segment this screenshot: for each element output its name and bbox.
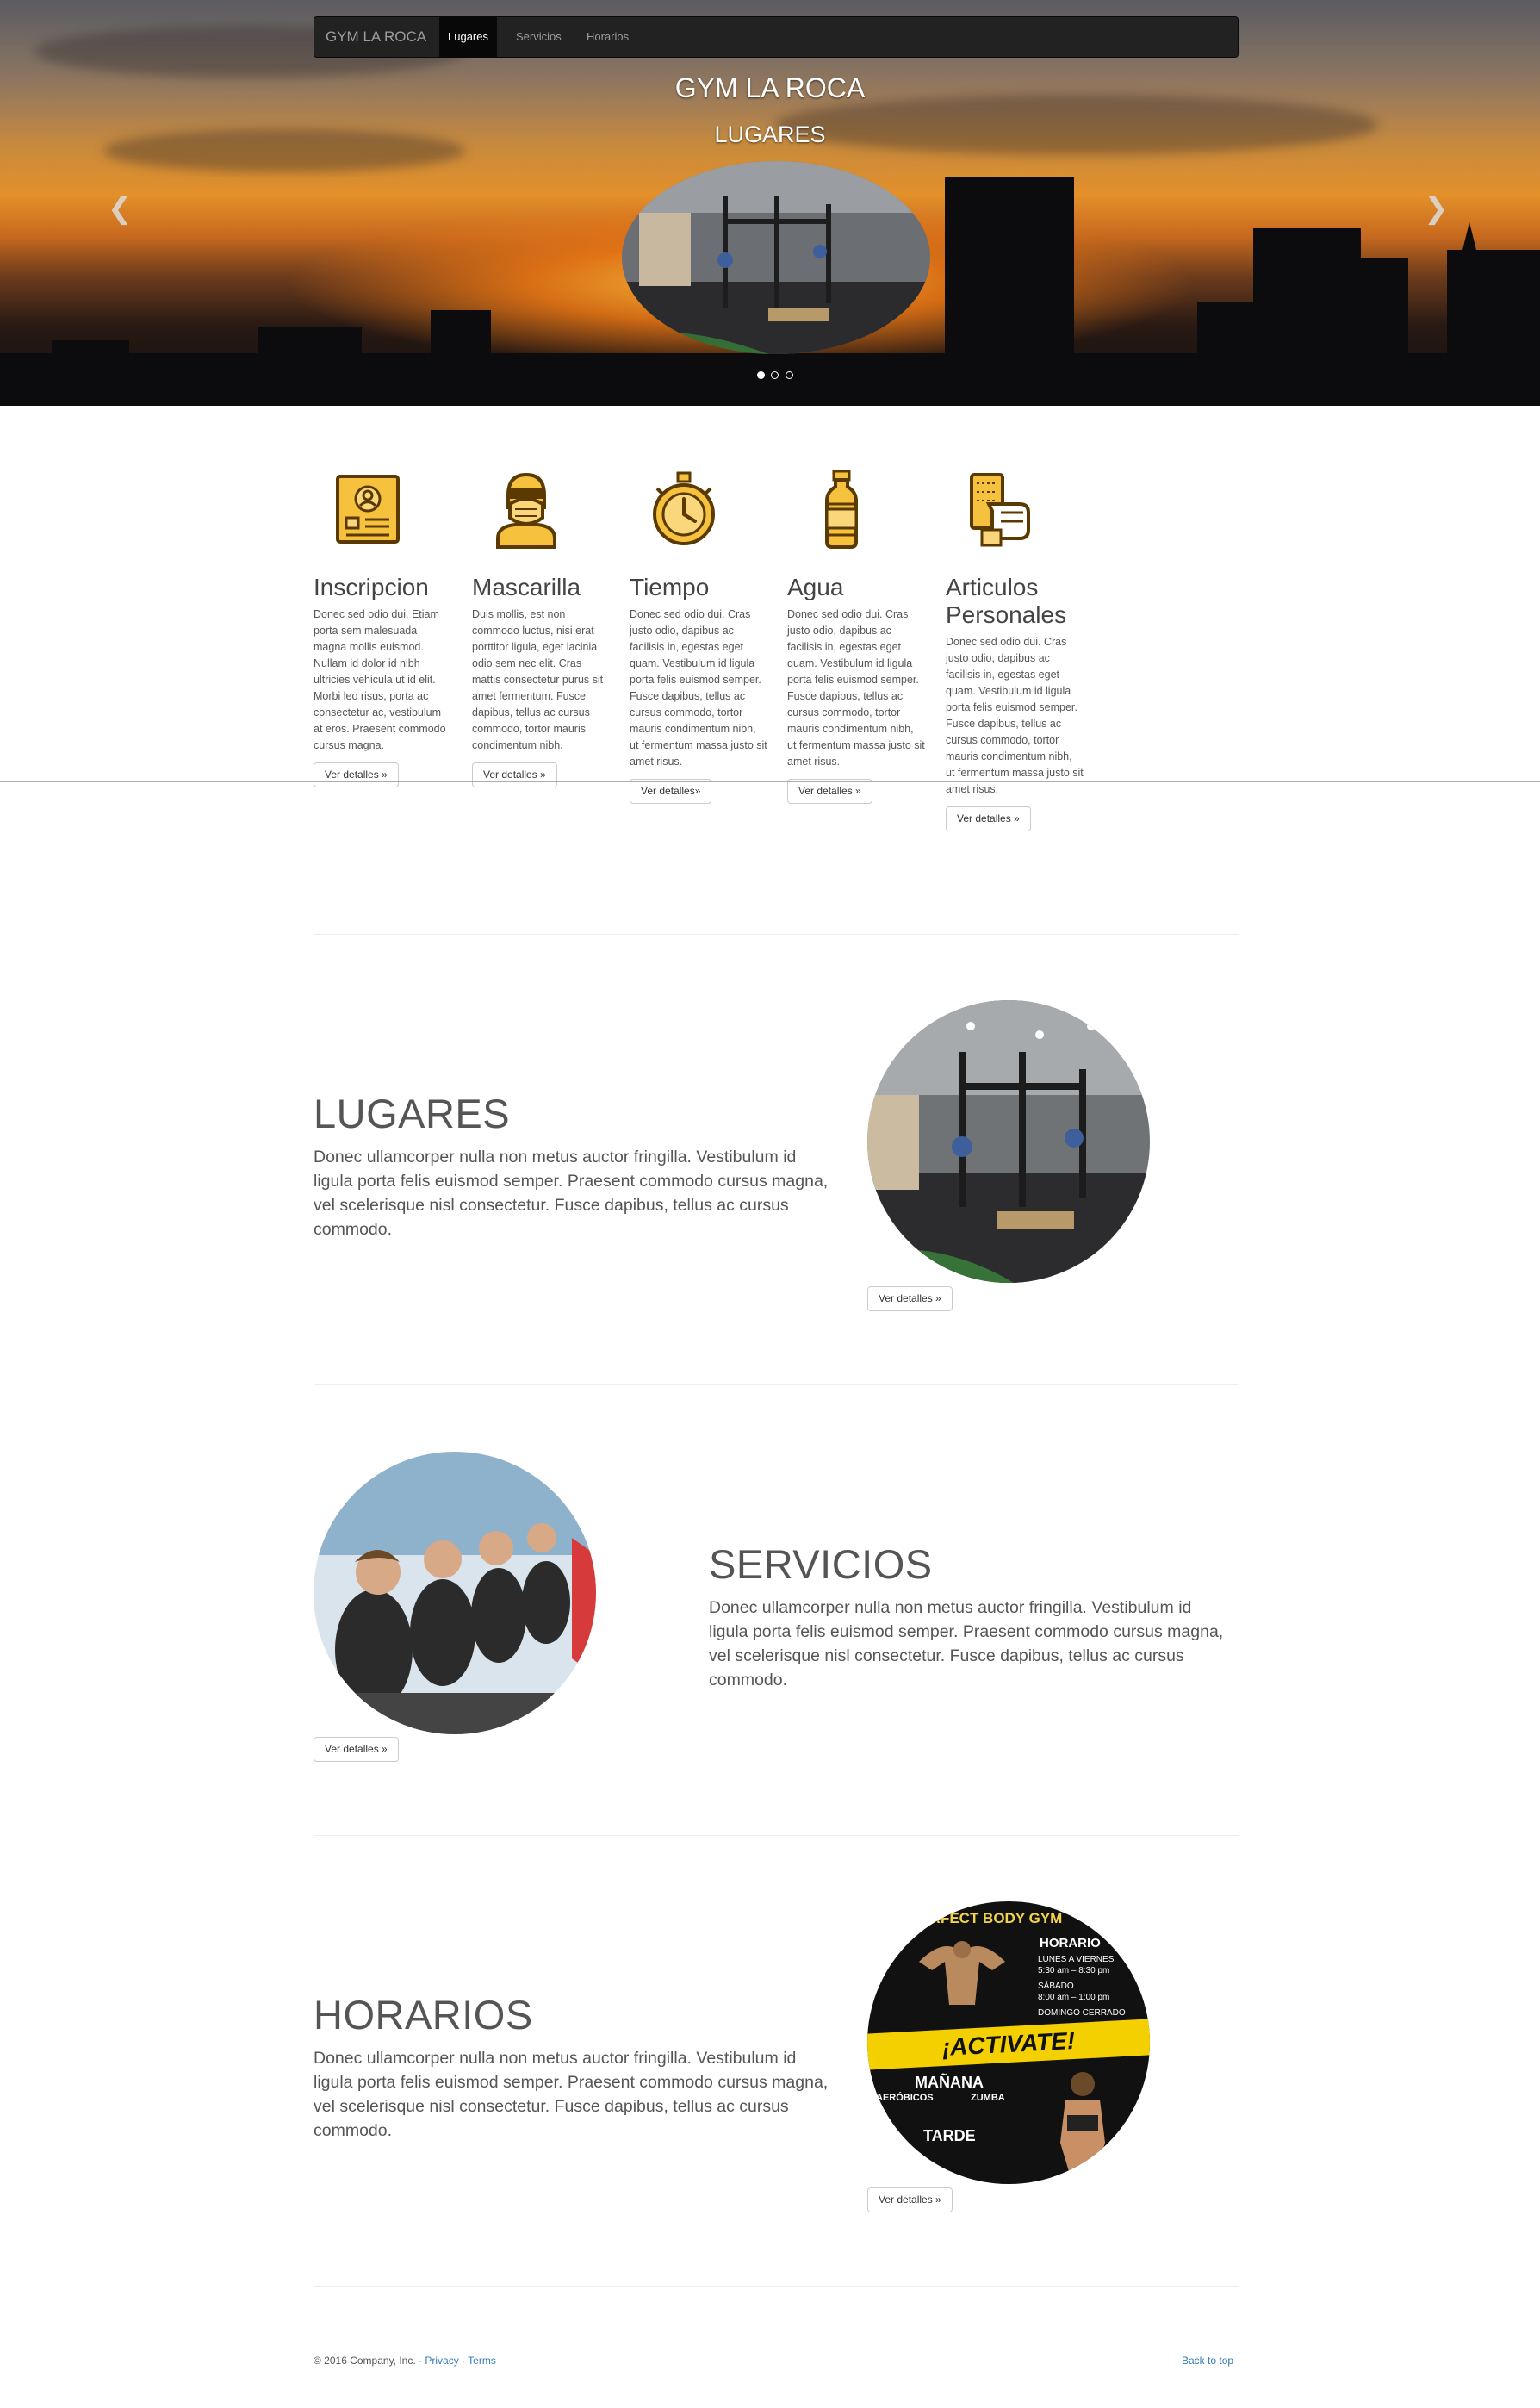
nav-item-lugares[interactable]: Lugares [439,17,497,57]
featurette-divider [314,1835,1239,1836]
back-to-top-link[interactable]: Back to top [1182,2355,1233,2367]
feature-column: Articulos Personales Donec sed odio dui.… [946,470,1084,831]
poster-weekdays: LUNES A VIERNES [1038,1955,1115,1964]
poster-morning: MAÑANA [915,2074,984,2091]
poster-sunday: DOMINGO CERRADO [1038,2008,1126,2018]
privacy-link[interactable]: Privacy [425,2355,458,2367]
copyright-text: © 2016 Company, Inc. · [314,2355,423,2367]
navbar-brand[interactable]: GYM LA ROCA [326,17,426,57]
footer-copyright: © 2016 Company, Inc. · Privacy · Terms [314,2355,496,2367]
ver-detalles-button[interactable]: Ver detalles » [314,1737,399,1762]
water-bottle-icon [825,470,858,549]
schedule-poster-image: PERFECT BODY GYM HORARIO LUNES A VIERNES… [867,1901,1150,2184]
feature-text: Donec sed odio dui. Cras justo odio, dap… [630,608,767,768]
stopwatch-icon [653,471,715,545]
nav-item-horarios[interactable]: Horarios [578,17,637,57]
feature-text: Donec sed odio dui. Cras justo odio, dap… [946,636,1084,795]
feature-column: Mascarilla Duis mollis, est non commodo … [472,470,610,787]
poster-saturday-hours: 8:00 am – 1:00 pm [1038,1993,1110,2002]
carousel-indicator-2[interactable] [771,371,779,379]
footer-divider [314,2286,1239,2287]
feature-text: Donec sed odio dui. Etiam porta sem male… [314,608,446,751]
towel-hand-icon [970,473,1030,547]
athlete-figure [1060,2072,1105,2177]
ver-detalles-button[interactable]: Ver detalles » [867,2187,953,2212]
spinning-class-image [314,1452,596,1734]
poster-aerobics: AERÓBICOS [876,2093,934,2103]
footer-separator: · [462,2355,466,2367]
carousel-indicator-3[interactable] [785,371,793,379]
carousel-indicators [757,368,796,383]
feature-column: Agua Donec sed odio dui. Cras justo odio… [787,470,925,804]
hero-subtitle: LUGARES [714,121,826,147]
id-card-icon [336,475,400,544]
face-mask-icon [496,472,556,549]
ver-detalles-button[interactable]: Ver detalles » [314,762,399,787]
ver-detalles-button[interactable]: Ver detalles » [946,806,1031,831]
divider-line [0,781,1540,782]
ver-detalles-button[interactable]: Ver detalles» [630,779,712,804]
feature-column: Inscripcion Donec sed odio dui. Etiam po… [314,470,451,787]
featurette-text: Donec ullamcorper nulla non metus auctor… [314,2049,829,2140]
bodybuilder-figure [919,1941,1005,2005]
poster-afternoon: TARDE [923,2127,976,2144]
carousel-indicator-1[interactable] [757,371,765,379]
poster-title: PERFECT BODY GYM [910,1910,1063,1926]
carousel-prev-button[interactable]: ❮ [108,191,133,226]
featurette-heading: LUGARES [314,1091,511,1136]
featurette-divider [314,1384,1239,1385]
feature-column: Tiempo Donec sed odio dui. Cras justo od… [630,470,767,804]
feature-text: Duis mollis, est non commodo luctus, nis… [472,608,604,751]
carousel-next-button[interactable]: ❯ [1424,191,1449,226]
gym-interior-image [867,1000,1150,1283]
hero-gym-image [622,161,930,354]
featurette-text: Donec ullamcorper nulla non metus auctor… [709,1598,1224,1689]
poster-saturday: SÁBADO [1038,1982,1074,1991]
feature-title: Tiempo [630,574,710,600]
feature-title: Mascarilla [472,574,581,600]
hero-title: GYM LA ROCA [674,72,866,103]
featurette-text: Donec ullamcorper nulla non metus auctor… [314,1148,829,1239]
featurette-heading: SERVICIOS [709,1541,933,1587]
terms-link[interactable]: Terms [468,2355,496,2367]
nav-item-servicios[interactable]: Servicios [507,17,570,57]
feature-title: Inscripcion [314,574,429,600]
top-navbar: GYM LA ROCA Lugares Servicios Horarios [314,16,1239,58]
ver-detalles-button[interactable]: Ver detalles » [472,762,557,787]
poster-weekday-hours: 5:30 am – 8:30 pm [1038,1966,1110,1976]
featurette-divider [314,934,1239,935]
ver-detalles-button[interactable]: Ver detalles » [787,779,872,804]
poster-horario: HORARIO [1040,1936,1101,1951]
hero-carousel: GYM LA ROCA Lugares Servicios Horarios G… [0,0,1540,406]
featurette-heading: HORARIOS [314,1992,533,2038]
feature-text: Donec sed odio dui. Cras justo odio, dap… [787,608,925,768]
ver-detalles-button[interactable]: Ver detalles » [867,1286,953,1311]
feature-title: Agua [787,574,844,600]
feature-title: Articulos Personales [946,574,1067,628]
poster-zumba: ZUMBA [971,2093,1005,2103]
